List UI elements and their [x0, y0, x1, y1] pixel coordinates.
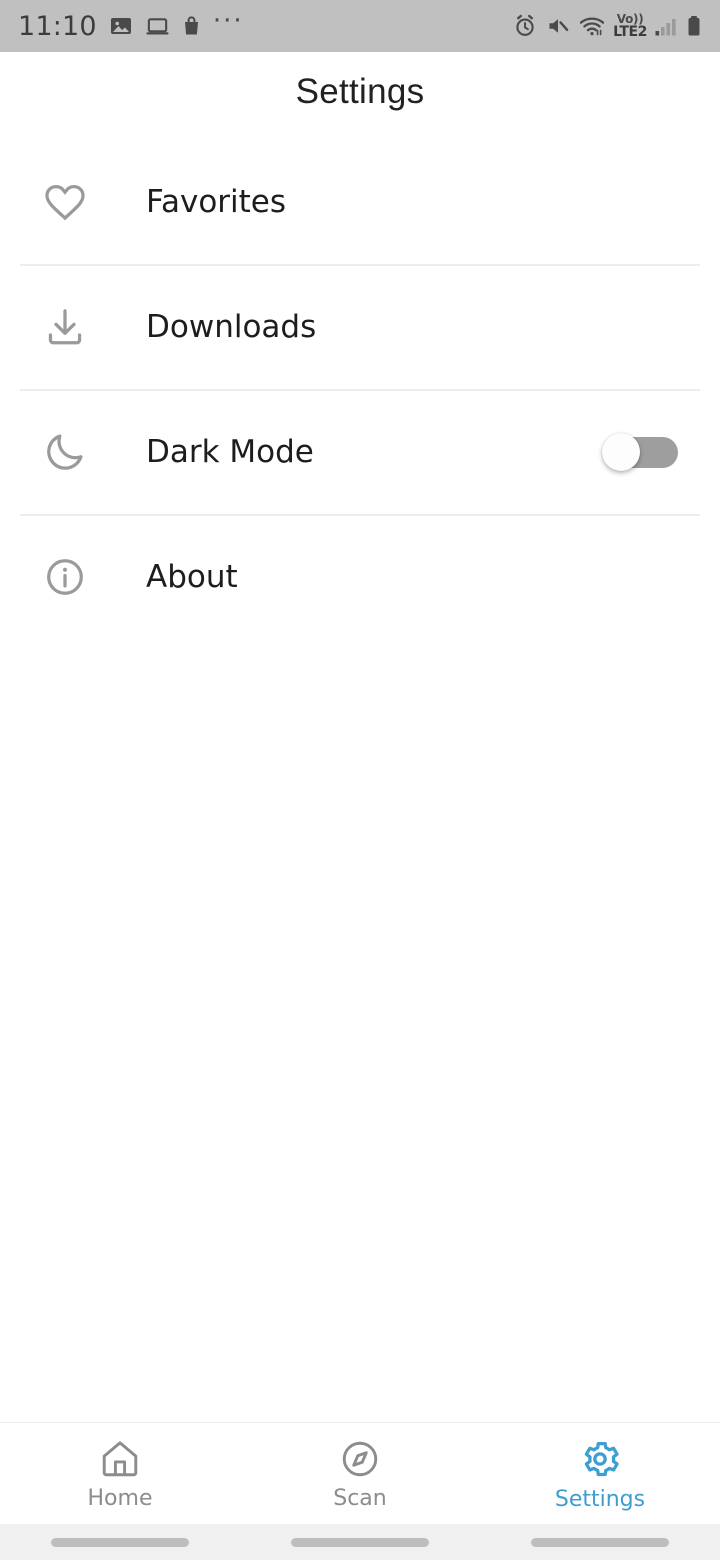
status-bar: 11:10 ··· Vo)) LTE2 — [0, 0, 720, 52]
mute-icon — [549, 19, 569, 33]
system-gesture-bar — [0, 1524, 720, 1560]
status-bar-left: 11:10 ··· — [18, 6, 244, 42]
home-icon — [102, 1440, 138, 1476]
status-bar-clock: 11:10 — [18, 10, 97, 42]
volte-label-bottom: LTE2 — [613, 24, 647, 40]
gesture-pill — [51, 1537, 189, 1547]
shopping-bag-icon — [184, 16, 198, 35]
dark-mode-toggle[interactable] — [602, 432, 678, 471]
gesture-pill — [291, 1537, 429, 1547]
settings-row-label: Dark Mode — [146, 433, 314, 470]
settings-row-label: Favorites — [146, 183, 287, 220]
page-title: Settings — [295, 72, 425, 111]
nav-item-label: Settings — [554, 1486, 646, 1512]
status-bar-right: Vo)) LTE2 — [513, 13, 702, 39]
moon-icon — [42, 429, 94, 475]
info-icon — [42, 554, 94, 600]
toggle-thumb — [602, 432, 640, 471]
wifi-icon — [579, 17, 605, 36]
settings-row-label: Downloads — [146, 308, 317, 345]
settings-row-dark-mode[interactable]: Dark Mode — [0, 389, 720, 514]
signal-bars-icon — [655, 19, 676, 36]
gesture-hint-home[interactable] — [240, 1537, 480, 1547]
settings-list: Favorites Downloads Dark Mode About — [0, 139, 720, 639]
settings-row-about[interactable]: About — [0, 514, 720, 639]
alarm-icon — [516, 14, 534, 36]
settings-row-favorites[interactable]: Favorites — [0, 139, 720, 264]
download-icon — [42, 304, 94, 350]
nav-item-scan[interactable]: Scan — [240, 1423, 480, 1524]
settings-row-label: About — [146, 558, 238, 595]
laptop-icon — [146, 18, 169, 35]
gear-icon — [584, 1441, 619, 1476]
nav-item-label: Scan — [333, 1485, 387, 1511]
compass-icon — [342, 1441, 378, 1476]
heart-icon — [42, 179, 94, 225]
settings-row-downloads[interactable]: Downloads — [0, 264, 720, 389]
nav-item-home[interactable]: Home — [0, 1423, 240, 1524]
image-icon — [110, 18, 131, 34]
volte-indicator: Vo)) LTE2 — [613, 13, 647, 39]
battery-icon — [688, 16, 700, 36]
nav-item-settings[interactable]: Settings — [480, 1423, 720, 1524]
nav-item-label: Home — [87, 1485, 153, 1511]
gesture-pill — [531, 1537, 669, 1547]
overflow-dots-icon: ··· — [212, 6, 244, 37]
gesture-hint-back[interactable] — [0, 1537, 240, 1547]
phone-screen: 11:10 ··· Vo)) LTE2 Settings Favorites D… — [0, 0, 720, 1560]
bottom-navigation: Home Scan Settings — [0, 1422, 720, 1524]
gesture-hint-recents[interactable] — [480, 1537, 720, 1547]
